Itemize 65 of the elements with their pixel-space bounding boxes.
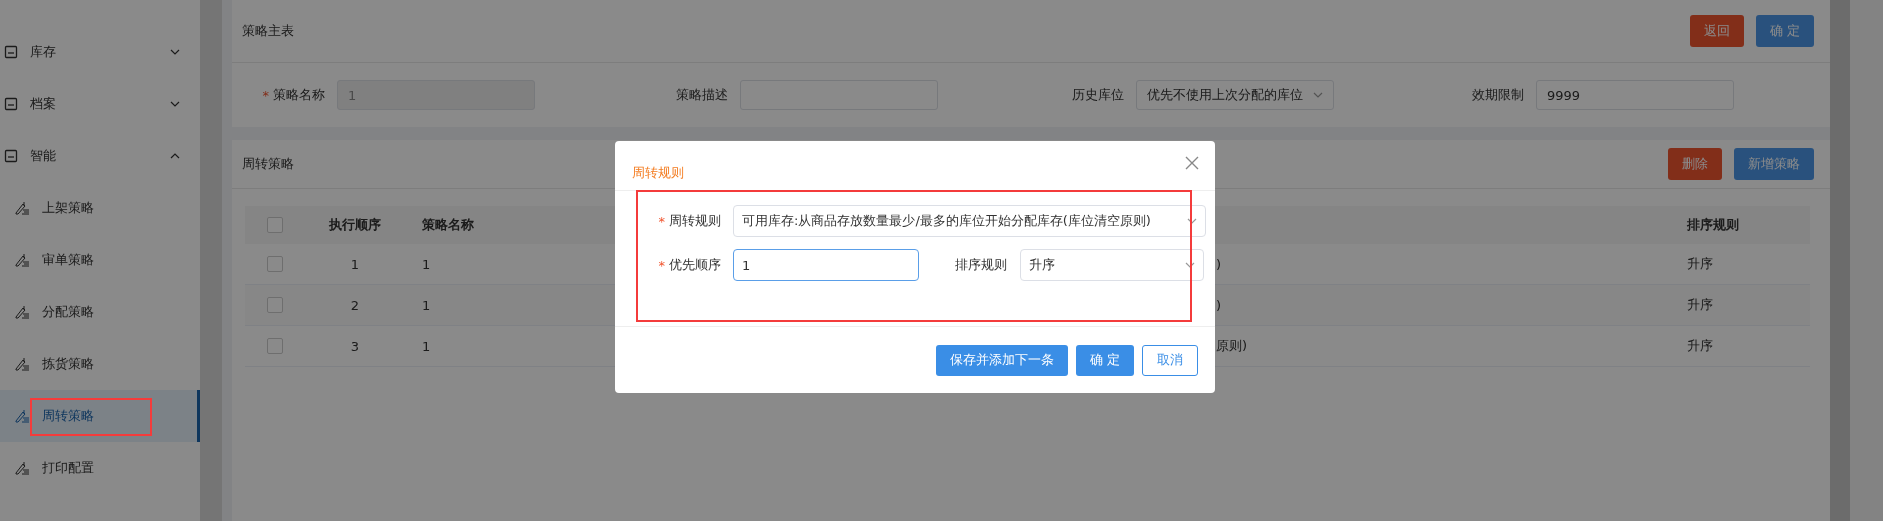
field-label: 效期限制 [1472, 86, 1524, 104]
table-cell: 原则) [1216, 338, 1248, 353]
field-label: 策略描述 [676, 86, 728, 104]
field-label: 周转规则 [669, 212, 721, 230]
select-field[interactable]: 可用库存:从商品存放数量最少/最多的库位开始分配库存(库位清空原则) [733, 205, 1206, 237]
table-cell: ) [1216, 256, 1222, 272]
table-cell: 2 [350, 297, 360, 313]
field-label: 优先顺序 [669, 256, 721, 274]
table-cell: 1 [422, 256, 431, 272]
chevron-down-icon [1313, 92, 1323, 98]
table-cell: 3 [350, 338, 360, 354]
menu-icon [4, 149, 18, 163]
field-label: 策略名称 [273, 86, 325, 104]
table-cell: 升序 [1687, 256, 1713, 271]
select-field[interactable]: 升序 [1020, 249, 1204, 281]
column-header: 排序规则 [1687, 217, 1739, 232]
card-title: 策略主表 [242, 22, 294, 40]
table-cell: ) [1216, 297, 1222, 313]
pencil-icon [14, 201, 30, 215]
table-cell: 1 [422, 338, 431, 354]
table-cell: 升序 [1687, 297, 1713, 312]
submenu-item[interactable]: 拣货策略 [0, 338, 200, 390]
column-header: 执行顺序 [329, 217, 381, 232]
required-mark: * [262, 87, 269, 103]
pencil-icon [14, 253, 30, 267]
menu-item[interactable]: 库存 [0, 26, 200, 78]
caret-down-icon [170, 101, 180, 107]
submenu-item[interactable]: 审单策略 [0, 234, 200, 286]
input-field[interactable]: 1 [733, 249, 919, 281]
table-cell: 1 [350, 256, 360, 272]
close-icon[interactable] [1185, 156, 1199, 170]
dialog-button[interactable]: 确 定 [1075, 344, 1134, 376]
table-cell: 升序 [1687, 338, 1713, 353]
input-field[interactable]: 9999 [1536, 80, 1734, 110]
menu-icon [4, 45, 18, 59]
checkbox[interactable] [267, 217, 283, 233]
select-field[interactable]: 优先不使用上次分配的库位 [1136, 80, 1334, 110]
action-button[interactable]: 返回 [1689, 15, 1744, 47]
action-button[interactable]: 删除 [1668, 148, 1722, 180]
field-label: 历史库位 [1072, 86, 1124, 104]
table-cell: 1 [422, 297, 431, 313]
field-label: 排序规则 [955, 256, 1007, 274]
checkbox[interactable] [267, 338, 283, 354]
menu-item[interactable]: 档案 [0, 78, 200, 130]
required-mark: * [658, 257, 665, 273]
pencil-icon [14, 409, 30, 423]
card-title: 周转策略 [242, 155, 294, 173]
menu-item[interactable]: 智能 [0, 130, 200, 182]
dialog-title: 周转规则 [632, 164, 684, 182]
dialog-button[interactable]: 保存并添加下一条 [935, 344, 1068, 376]
caret-down-icon [170, 49, 180, 55]
pencil-icon [14, 461, 30, 475]
submenu-item[interactable]: 上架策略 [0, 182, 200, 234]
pencil-icon [14, 357, 30, 371]
column-header: 策略名称 [422, 217, 474, 232]
caret-up-icon [170, 153, 180, 159]
checkbox[interactable] [267, 297, 283, 313]
checkbox[interactable] [267, 256, 283, 272]
menu-icon [4, 97, 18, 111]
submenu-item[interactable]: 周转策略 [0, 390, 200, 442]
submenu-item[interactable]: 分配策略 [0, 286, 200, 338]
required-mark: * [658, 213, 665, 229]
pencil-icon [14, 305, 30, 319]
submenu-item[interactable]: 打印配置 [0, 442, 200, 494]
dialog-button[interactable]: 取消 [1142, 344, 1198, 376]
